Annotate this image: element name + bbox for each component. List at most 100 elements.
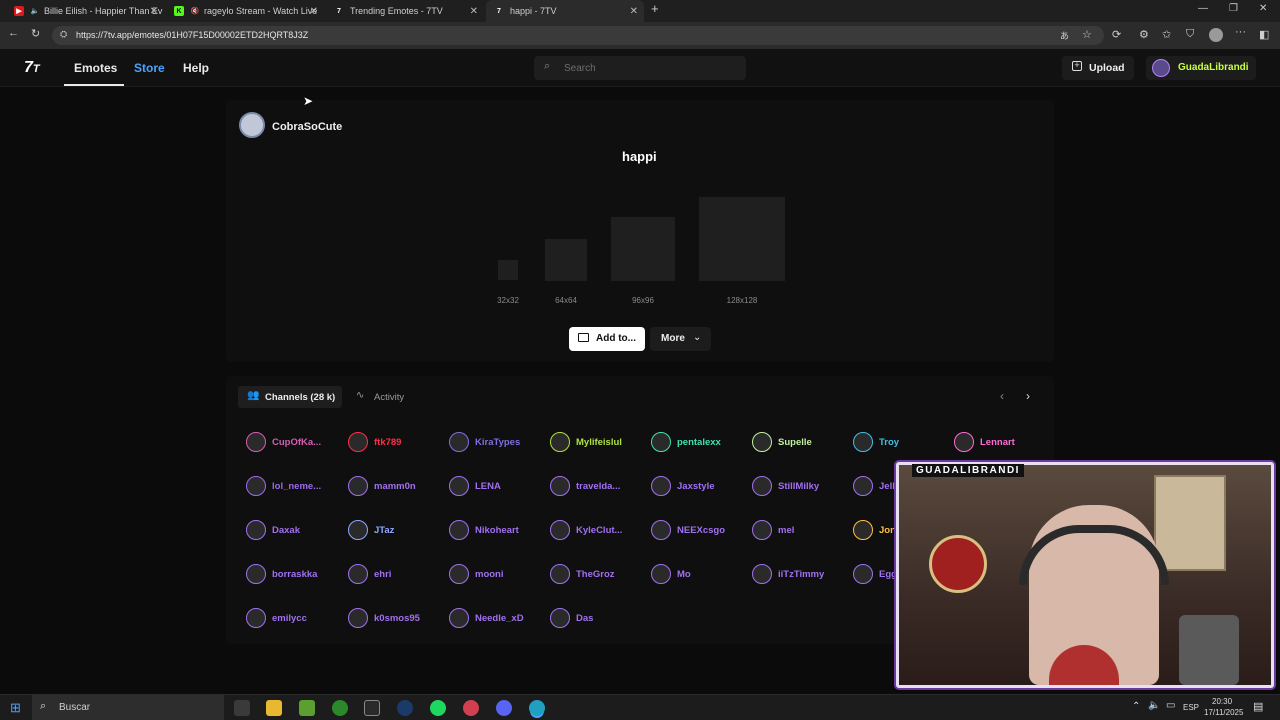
channel-item[interactable]: borraskka [246, 564, 317, 584]
valorant-icon[interactable] [463, 700, 479, 716]
nav-help[interactable]: Help [183, 61, 209, 75]
username: GuadaLibrandi [1178, 62, 1249, 73]
size-label: 96x96 [632, 296, 654, 305]
channel-item[interactable]: KiraTypes [449, 432, 520, 452]
avatar[interactable] [239, 112, 265, 138]
browser-tab[interactable]: K 🔇 rageylo Stream - Watch Live ✕ [166, 0, 324, 22]
steam-icon[interactable] [397, 700, 413, 716]
browser-tab[interactable]: 7 Trending Emotes - 7TV ✕ [326, 0, 484, 22]
channel-item[interactable]: mamm0n [348, 476, 416, 496]
avatar [348, 520, 368, 540]
spotify-icon[interactable] [430, 700, 446, 716]
menu-icon[interactable]: ··· [1235, 26, 1246, 38]
task-view-icon[interactable] [234, 700, 250, 716]
avatar [1152, 59, 1170, 77]
channel-item[interactable]: lol_neme... [246, 476, 321, 496]
tab-channels[interactable]: 👥 Channels (28 k) [238, 386, 342, 408]
channel-item[interactable]: Needle_xD [449, 608, 524, 628]
channel-item[interactable]: emilycc [246, 608, 307, 628]
channel-name: TheGroz [576, 568, 615, 580]
channel-item[interactable]: StillMilky [752, 476, 819, 496]
channel-item[interactable]: Jaxstyle [651, 476, 715, 496]
next-page-icon[interactable]: › [1026, 389, 1030, 403]
channel-item[interactable]: pentalexx [651, 432, 721, 452]
network-icon[interactable]: ▭ [1166, 700, 1175, 711]
channel-item[interactable]: NEEXcsgo [651, 520, 725, 540]
notifications-icon[interactable]: ▤ [1253, 700, 1263, 713]
edge-icon[interactable] [529, 700, 545, 716]
channel-item[interactable]: mooni [449, 564, 504, 584]
nav-store[interactable]: Store [134, 61, 165, 75]
search-input[interactable] [562, 60, 732, 76]
channel-name: Nikoheart [475, 524, 519, 536]
upload-button[interactable]: + Upload [1062, 56, 1134, 80]
channel-item[interactable]: TheGroz [550, 564, 615, 584]
browser-tab[interactable]: ▶ 🔈 Billie Eilish - Happier Than Ev ✕ [6, 0, 164, 22]
channel-item[interactable]: Lennart [954, 432, 1015, 452]
channel-item[interactable]: Supelle [752, 432, 812, 452]
channel-item[interactable]: ftk789 [348, 432, 401, 452]
close-icon[interactable]: ✕ [150, 6, 158, 17]
channel-item[interactable]: Jell [853, 476, 895, 496]
channel-item[interactable]: Mylifeislul [550, 432, 622, 452]
channel-item[interactable]: ehri [348, 564, 391, 584]
channel-item[interactable]: CupOfKa... [246, 432, 321, 452]
new-tab-icon[interactable]: + [651, 1, 659, 16]
channel-item[interactable]: Nikoheart [449, 520, 519, 540]
speaker-icon[interactable]: 🔈 [1148, 700, 1160, 711]
channel-item[interactable]: Mo [651, 564, 691, 584]
browser-tab-active[interactable]: 7 happi - 7TV ✕ [486, 0, 644, 22]
channel-item[interactable]: travelda... [550, 476, 620, 496]
sidebar-icon[interactable]: ◧ [1259, 28, 1269, 41]
avatar [246, 520, 266, 540]
url-field[interactable]: ⛭ https://7tv.app/emotes/01H07F15D00002E… [52, 26, 1104, 45]
clock-time[interactable]: 20:30 [1212, 697, 1232, 706]
extension-icon[interactable]: ⚙ [1139, 28, 1149, 41]
more-button[interactable]: More ⌄ [650, 327, 711, 351]
channel-item[interactable]: iiTzTimmy [752, 564, 824, 584]
channel-item[interactable]: KyleClut... [550, 520, 622, 540]
minecraft-icon[interactable] [299, 700, 315, 716]
xbox-icon[interactable] [332, 700, 348, 716]
speaker-muted-icon[interactable]: 🔇 [190, 6, 200, 16]
channel-item[interactable]: Troy [853, 432, 899, 452]
search-box[interactable]: ⌕ [534, 56, 746, 80]
channel-item[interactable]: Daxak [246, 520, 300, 540]
epic-games-icon[interactable] [364, 700, 380, 716]
minimize-icon[interactable]: — [1198, 3, 1208, 14]
maximize-icon[interactable]: ❐ [1229, 3, 1238, 14]
shield-icon[interactable]: ⛉ [1186, 28, 1194, 41]
profile-avatar[interactable] [1209, 28, 1223, 42]
close-icon[interactable]: ✕ [630, 6, 638, 17]
refresh-icon[interactable]: ↻ [31, 27, 40, 40]
add-to-button[interactable]: Add to... [569, 327, 645, 351]
lang-indicator[interactable]: ESP [1183, 703, 1199, 712]
channel-item[interactable]: JTaz [348, 520, 394, 540]
back-icon[interactable]: ← [8, 27, 19, 39]
taskbar-search[interactable]: ⌕ Buscar [32, 695, 224, 720]
channel-item[interactable]: mel [752, 520, 794, 540]
channel-item[interactable]: LENA [449, 476, 501, 496]
7tv-logo[interactable]: 7T [24, 59, 40, 77]
clock-date[interactable]: 17/11/2025 [1204, 708, 1243, 717]
file-explorer-icon[interactable] [266, 700, 282, 716]
close-window-icon[interactable]: ✕ [1259, 3, 1267, 14]
emote-owner[interactable]: CobraSoCute [272, 121, 342, 133]
favorites-icon[interactable]: ✩ [1162, 28, 1171, 41]
extension-icon[interactable]: ⟳ [1112, 28, 1121, 41]
close-icon[interactable]: ✕ [310, 6, 318, 17]
site-info-icon[interactable]: ⛭ [60, 29, 67, 40]
prev-page-icon[interactable]: ‹ [1000, 389, 1004, 403]
channel-item[interactable]: Das [550, 608, 593, 628]
translate-icon[interactable]: あ [1060, 29, 1069, 42]
discord-icon[interactable] [496, 700, 512, 716]
favorite-icon[interactable]: ☆ [1082, 28, 1092, 41]
windows-start-icon[interactable]: ⊞ [10, 700, 21, 716]
tab-activity[interactable]: ∿ Activity [352, 386, 412, 408]
nav-emotes[interactable]: Emotes [74, 61, 117, 75]
close-icon[interactable]: ✕ [470, 6, 478, 17]
speaker-icon[interactable]: 🔈 [30, 6, 40, 16]
chevron-up-icon[interactable]: ⌃ [1132, 701, 1140, 712]
user-menu[interactable]: GuadaLibrandi [1146, 56, 1256, 80]
channel-item[interactable]: k0smos95 [348, 608, 420, 628]
